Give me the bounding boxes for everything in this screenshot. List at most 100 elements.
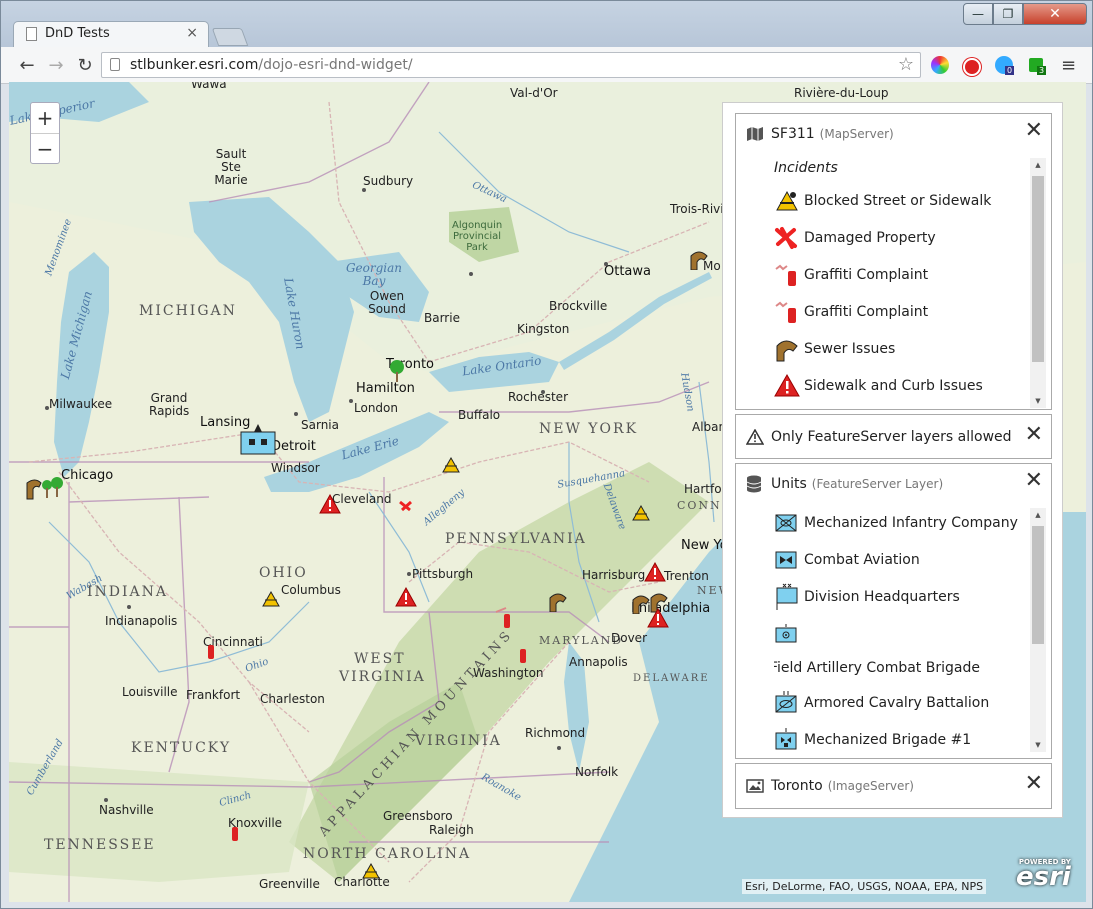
- label-kingston: Kingston: [517, 322, 570, 336]
- legend-item: Mechanized Infantry Company: [774, 504, 1046, 541]
- window-close-button[interactable]: ✕: [1023, 3, 1087, 25]
- label-ottawa: Ottawa: [604, 264, 651, 279]
- zoom-in-button[interactable]: +: [31, 103, 59, 133]
- warning-message: Only FeatureServer layers allowed: [771, 429, 1012, 445]
- legend-item-label: Damaged Property: [804, 229, 936, 246]
- page-icon: [26, 27, 37, 41]
- label-nashville: Nashville: [99, 803, 154, 817]
- label-london: London: [354, 401, 398, 415]
- layer-title: Toronto: [771, 778, 823, 794]
- map-marker-graffiti[interactable]: [205, 640, 217, 660]
- map-marker-sewer[interactable]: [546, 588, 570, 612]
- map-marker-damaged-property[interactable]: [399, 500, 413, 514]
- label-pittsburgh: Pittsburgh: [412, 567, 474, 581]
- map-marker-blocked-street[interactable]: [361, 860, 383, 882]
- legend-item-label: Mechanized Brigade #1: [804, 731, 972, 748]
- address-bar[interactable]: stlbunker.esri.com/dojo-esri-dnd-widget/…: [101, 52, 921, 78]
- remove-layer-button[interactable]: ✕: [1025, 120, 1043, 142]
- new-tab-button[interactable]: [211, 28, 249, 46]
- layer-card-units[interactable]: Units (FeatureServer Layer) ✕ Mechanized…: [735, 463, 1052, 759]
- back-icon[interactable]: ←: [15, 53, 39, 77]
- warning-row: Only FeatureServer layers allowed: [746, 427, 1012, 447]
- minimize-button[interactable]: —: [963, 3, 993, 25]
- esri-logo[interactable]: POWERED BY esri: [1016, 858, 1071, 890]
- scroll-down-arrow[interactable]: ▼: [1030, 394, 1046, 408]
- browser-toolbar: ← → ↻ stlbunker.esri.com/dojo-esri-dnd-w…: [1, 47, 1092, 84]
- legend-list: Mechanized Infantry Company Combat Aviat…: [774, 504, 1046, 754]
- map-marker-sewer-tree[interactable]: [23, 475, 69, 501]
- label-louisville: Louisville: [122, 685, 178, 699]
- dismiss-warning-button[interactable]: ✕: [1025, 424, 1043, 446]
- remove-layer-button[interactable]: ✕: [1025, 470, 1043, 492]
- map-marker-blocked-street[interactable]: [261, 588, 283, 608]
- layer-card-warning[interactable]: Only FeatureServer layers allowed ✕: [735, 414, 1052, 459]
- city-dot: [541, 390, 545, 394]
- tab-title: DnD Tests: [45, 26, 110, 41]
- map-marker-sidewalk-issue[interactable]: [647, 608, 669, 628]
- forward-icon[interactable]: →: [44, 53, 68, 77]
- bookmark-star-icon[interactable]: ☆: [898, 54, 914, 75]
- map-marker-graffiti[interactable]: [229, 822, 241, 842]
- blocked-street-icon: [774, 187, 804, 215]
- layer-card-toronto[interactable]: Toronto (ImageServer) ✕: [735, 763, 1052, 809]
- zoom-out-button[interactable]: −: [31, 133, 59, 164]
- legend-item: [774, 615, 1046, 652]
- scroll-thumb[interactable]: [1032, 526, 1044, 644]
- database-icon: [746, 475, 764, 493]
- combat-aviation-icon: [774, 546, 804, 574]
- label-hamilton: Hamilton: [356, 381, 415, 396]
- map-marker-graffiti[interactable]: [517, 644, 529, 664]
- city-dot: [104, 798, 108, 802]
- legend-scrollbar[interactable]: ▲ ▼: [1030, 158, 1046, 408]
- legend-item: Graffiti Complaint: [774, 293, 1044, 330]
- label-milwaukee: Milwaukee: [49, 397, 113, 411]
- scroll-up-arrow[interactable]: ▲: [1030, 158, 1046, 172]
- green-extension-icon[interactable]: 3: [1029, 58, 1047, 75]
- label-georgian-bay: Georgian Bay: [345, 261, 403, 289]
- mech-infantry-icon: [774, 509, 804, 537]
- label-delaware: DELAWARE: [633, 673, 710, 684]
- map-marker-sidewalk-issue[interactable]: [395, 587, 417, 607]
- page-info-icon[interactable]: [110, 58, 120, 71]
- map-marker-blocked-street[interactable]: [631, 502, 653, 522]
- scroll-down-arrow[interactable]: ▼: [1030, 738, 1046, 752]
- label-north-carolina: NORTH CAROLINA: [303, 846, 472, 862]
- map-marker-sidewalk-issue[interactable]: [644, 562, 666, 582]
- label-sudbury: Sudbury: [363, 174, 414, 188]
- label-kentucky: KENTUCKY: [131, 740, 232, 756]
- label-indiana: INDIANA: [87, 584, 169, 600]
- scroll-up-arrow[interactable]: ▲: [1030, 508, 1046, 522]
- map-marker-blocked-street[interactable]: [441, 454, 461, 474]
- scroll-thumb[interactable]: [1032, 176, 1044, 362]
- label-greenville: Greenville: [259, 877, 320, 891]
- browser-tab[interactable]: DnD Tests ×: [13, 21, 209, 47]
- url-text: stlbunker.esri.com/dojo-esri-dnd-widget/: [130, 57, 413, 73]
- stop-extension-icon[interactable]: [963, 58, 981, 76]
- legend-item-label: Mechanized Infantry Company: [804, 514, 1018, 531]
- label-windsor: Windsor: [271, 461, 320, 475]
- map-marker-graffiti[interactable]: [494, 606, 516, 630]
- maximize-button[interactable]: ❐: [993, 3, 1023, 25]
- map-marker-hq-unit[interactable]: [240, 422, 276, 456]
- layer-title: Units: [771, 476, 807, 492]
- legend-item-label: Combat Aviation: [804, 551, 920, 568]
- color-wheel-extension-icon[interactable]: [931, 56, 949, 74]
- map-marker-tree[interactable]: [387, 360, 407, 382]
- browser-menu-icon[interactable]: ≡: [1061, 55, 1076, 76]
- legend-scrollbar[interactable]: ▲ ▼: [1030, 508, 1046, 752]
- layer-card-header: SF311 (MapServer): [746, 124, 894, 144]
- legend-item: Field Artillery Combat Brigade: [774, 652, 1046, 684]
- map-marker-sidewalk-issue[interactable]: [319, 494, 341, 514]
- label-algonquin-park: Algonquin Provincial Park: [452, 220, 503, 253]
- layer-card-sf311[interactable]: SF311 (MapServer) ✕ Incidents Blocked St…: [735, 113, 1052, 410]
- layer-type: (ImageServer): [827, 779, 914, 793]
- ghostery-extension-icon[interactable]: 0: [995, 56, 1015, 75]
- map-marker-sewer[interactable]: [689, 246, 711, 270]
- reload-icon[interactable]: ↻: [73, 53, 97, 77]
- label-charleston: Charleston: [260, 692, 325, 706]
- city-dot: [362, 188, 366, 192]
- tab-close-icon[interactable]: ×: [186, 25, 198, 41]
- label-rochester: Rochester: [508, 390, 568, 404]
- remove-layer-button[interactable]: ✕: [1025, 773, 1043, 795]
- label-sarnia: Sarnia: [301, 418, 339, 432]
